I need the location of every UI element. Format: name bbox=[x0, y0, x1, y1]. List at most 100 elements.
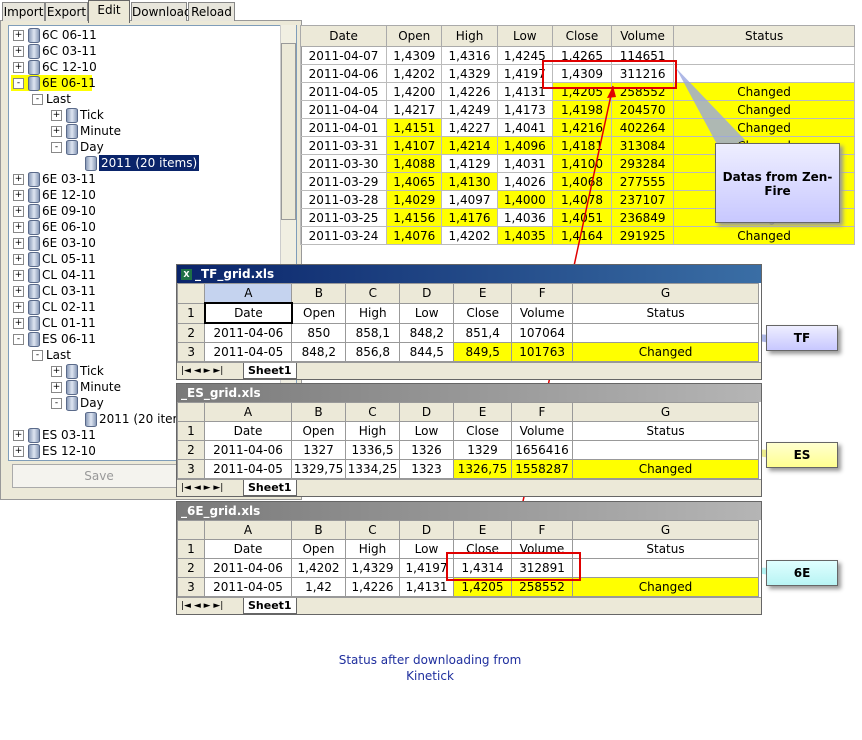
column-letter[interactable]: E bbox=[453, 520, 512, 540]
table-row[interactable]: 1 Date Open High Low Close Volume Status bbox=[177, 421, 759, 441]
row-number[interactable]: 3 bbox=[177, 459, 205, 479]
table-cell[interactable]: 848,2 bbox=[399, 322, 455, 343]
table-cell[interactable]: 1,4329 bbox=[345, 558, 400, 578]
table-cell[interactable]: Date bbox=[204, 539, 292, 559]
table-cell[interactable]: 2011-04-06 bbox=[204, 322, 293, 343]
table-cell[interactable] bbox=[572, 558, 759, 578]
table-cell[interactable]: Changed bbox=[572, 459, 759, 479]
table-cell[interactable]: 1656416 bbox=[511, 440, 573, 460]
table-cell[interactable]: 850 bbox=[291, 322, 347, 343]
column-letter[interactable]: C bbox=[345, 520, 400, 540]
row-number[interactable]: 3 bbox=[176, 342, 206, 362]
row-number[interactable]: 1 bbox=[176, 302, 206, 324]
table-cell[interactable]: 1,4202 bbox=[291, 558, 346, 578]
table-cell[interactable]: Status bbox=[572, 539, 759, 559]
table-cell[interactable]: Status bbox=[572, 302, 759, 324]
table-cell[interactable]: Low bbox=[399, 302, 455, 324]
excel-title-bar[interactable]: _ES_grid.xls bbox=[177, 384, 761, 402]
corner-cell[interactable] bbox=[176, 283, 206, 304]
table-cell[interactable]: Date bbox=[204, 421, 292, 441]
sheet-tab[interactable]: Sheet1 bbox=[243, 363, 297, 379]
row-number[interactable]: 1 bbox=[177, 421, 205, 441]
table-cell[interactable]: 1327 bbox=[291, 440, 346, 460]
table-cell[interactable] bbox=[572, 322, 759, 343]
table-row[interactable]: 3 2011-04-05 1329,75 1334,25 1323 1326,75 1558… bbox=[177, 459, 759, 479]
corner-cell[interactable] bbox=[177, 520, 205, 540]
table-cell[interactable]: High bbox=[345, 539, 400, 559]
table-cell[interactable]: High bbox=[345, 302, 401, 324]
sheet-tab[interactable]: Sheet1 bbox=[243, 480, 297, 496]
row-number[interactable]: 3 bbox=[177, 577, 205, 597]
row-number[interactable]: 2 bbox=[177, 558, 205, 578]
table-cell[interactable]: 2011-04-05 bbox=[204, 342, 293, 362]
table-cell[interactable]: Open bbox=[291, 421, 346, 441]
column-letter[interactable]: F bbox=[511, 520, 573, 540]
table-cell[interactable]: 107064 bbox=[511, 322, 574, 343]
sheet-nav-icons[interactable]: |◄ ◄ ► ►| bbox=[181, 363, 223, 379]
table-cell[interactable]: 844,5 bbox=[399, 342, 455, 362]
table-cell[interactable]: Changed bbox=[572, 342, 759, 362]
table-cell[interactable]: 1326,75 bbox=[453, 459, 512, 479]
table-cell[interactable]: 1336,5 bbox=[345, 440, 400, 460]
sheet-nav-icons[interactable]: |◄ ◄ ► ►| bbox=[181, 480, 223, 496]
table-cell[interactable]: 856,8 bbox=[345, 342, 401, 362]
column-letter[interactable]: E bbox=[453, 402, 512, 422]
table-cell[interactable]: 1,4226 bbox=[345, 577, 400, 597]
table-cell[interactable]: Close bbox=[453, 302, 513, 324]
column-letter[interactable]: F bbox=[511, 402, 573, 422]
table-row[interactable]: 1 Date Open High Low Close Volume Status bbox=[176, 302, 759, 324]
table-cell[interactable]: Open bbox=[291, 302, 347, 324]
table-cell[interactable]: 848,2 bbox=[291, 342, 347, 362]
table-cell[interactable]: 2011-04-05 bbox=[204, 577, 292, 597]
table-cell[interactable]: 2011-04-06 bbox=[204, 558, 292, 578]
table-cell[interactable]: 1334,25 bbox=[345, 459, 400, 479]
table-cell[interactable]: 2011-04-05 bbox=[204, 459, 292, 479]
table-cell[interactable]: 1558287 bbox=[511, 459, 573, 479]
table-row[interactable]: 2 2011-04-06 850 858,1 848,2 851,4 107064 bbox=[176, 322, 759, 343]
excel-window-tf[interactable]: X _TF_grid.xls A B C D E F G 1 Date Open High Low Clos… bbox=[176, 264, 762, 380]
column-letter[interactable]: G bbox=[572, 402, 759, 422]
excel-title-bar[interactable]: X _TF_grid.xls bbox=[177, 265, 761, 283]
table-cell[interactable]: Volume bbox=[511, 302, 574, 324]
sheet-tab[interactable]: Sheet1 bbox=[243, 598, 297, 614]
column-letter[interactable]: D bbox=[399, 402, 454, 422]
excel-sheet-grid[interactable]: A B C D E F G 1 Date Open High Low Close Volume Status… bbox=[177, 402, 759, 479]
table-cell[interactable]: Changed bbox=[572, 577, 759, 597]
table-cell[interactable]: 1,42 bbox=[291, 577, 346, 597]
table-cell[interactable]: 1329,75 bbox=[291, 459, 346, 479]
row-number[interactable]: 2 bbox=[177, 440, 205, 460]
column-letter[interactable]: B bbox=[291, 402, 346, 422]
column-letter[interactable]: A bbox=[204, 402, 292, 422]
table-cell[interactable]: Close bbox=[453, 421, 512, 441]
column-letter[interactable]: D bbox=[399, 520, 454, 540]
table-cell[interactable]: 849,5 bbox=[453, 342, 513, 362]
column-letter[interactable]: B bbox=[291, 520, 346, 540]
column-letter[interactable]: A bbox=[204, 520, 292, 540]
column-letter[interactable]: E bbox=[453, 283, 513, 304]
table-row[interactable]: 2 2011-04-06 1327 1336,5 1326 1329 1656416 bbox=[177, 440, 759, 460]
column-letter[interactable]: G bbox=[572, 283, 759, 304]
column-letter[interactable]: C bbox=[345, 402, 400, 422]
column-letter[interactable]: G bbox=[572, 520, 759, 540]
table-cell[interactable]: 2011-04-06 bbox=[204, 440, 292, 460]
column-letter[interactable]: D bbox=[399, 283, 455, 304]
corner-cell[interactable] bbox=[177, 402, 205, 422]
table-cell[interactable] bbox=[572, 440, 759, 460]
row-number[interactable]: 2 bbox=[176, 322, 206, 343]
row-number[interactable]: 1 bbox=[177, 539, 205, 559]
excel-title-bar[interactable]: _6E_grid.xls bbox=[177, 502, 761, 520]
excel-window-es[interactable]: _ES_grid.xls A B C D E F G 1 Date Open High Low Close… bbox=[176, 383, 762, 497]
column-letter[interactable]: B bbox=[291, 283, 347, 304]
table-cell[interactable]: 1329 bbox=[453, 440, 512, 460]
table-cell[interactable]: Open bbox=[291, 539, 346, 559]
table-cell[interactable]: Status bbox=[572, 421, 759, 441]
column-letter[interactable]: F bbox=[511, 283, 574, 304]
excel-sheet-grid[interactable]: A B C D E F G 1 Date Open High Low Close Volume Status… bbox=[176, 283, 759, 362]
table-cell[interactable]: Date bbox=[203, 302, 293, 324]
table-cell[interactable]: Volume bbox=[511, 421, 573, 441]
sheet-nav-icons[interactable]: |◄ ◄ ► ►| bbox=[181, 598, 223, 614]
table-cell[interactable]: 851,4 bbox=[453, 322, 513, 343]
table-cell[interactable]: 858,1 bbox=[345, 322, 401, 343]
table-cell[interactable]: 1326 bbox=[399, 440, 454, 460]
table-cell[interactable]: High bbox=[345, 421, 400, 441]
